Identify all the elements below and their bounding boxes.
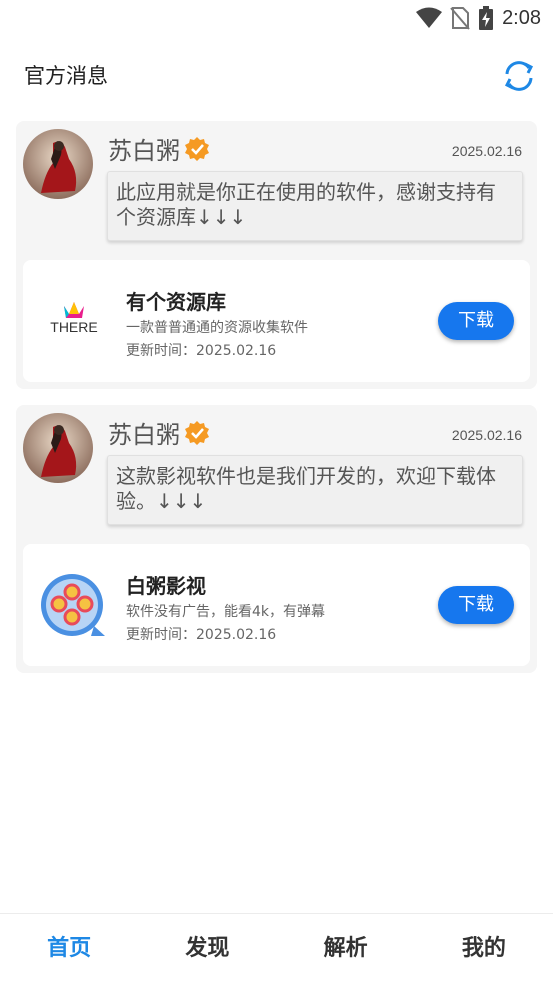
app-name: 白粥影视 xyxy=(126,574,206,598)
post-date: 2025.02.16 xyxy=(451,427,522,443)
verified-badge-icon xyxy=(185,136,209,161)
tab-parse[interactable]: 解析 xyxy=(277,914,415,983)
app-update-time: 更新时间：2025.02.16 xyxy=(126,627,277,643)
page-title: 官方消息 xyxy=(24,64,108,88)
app-description: 软件没有广告，能看4k，有弹幕 xyxy=(126,604,326,620)
tab-home[interactable]: 首页 xyxy=(0,914,138,983)
status-time: 2:08 xyxy=(502,6,541,29)
header: 官方消息 xyxy=(0,48,553,102)
verified-badge-icon xyxy=(185,420,209,445)
author: 苏白粥 xyxy=(108,415,210,450)
there-logo-icon: THERE xyxy=(39,288,109,358)
author-name: 苏白粥 xyxy=(108,421,180,449)
app-card[interactable]: THERE 有个资源库 一款普普通通的资源收集软件 更新时间：2025.02.1… xyxy=(23,260,530,382)
app-card[interactable]: 白粥影视 软件没有广告，能看4k，有弹幕 更新时间：2025.02.16 下载 xyxy=(23,544,530,666)
avatar[interactable] xyxy=(23,129,93,199)
message-bubble: 这款影视软件也是我们开发的，欢迎下载体验。↓↓↓ xyxy=(107,455,523,525)
download-button[interactable]: 下载 xyxy=(438,586,514,624)
app-name: 有个资源库 xyxy=(126,290,226,314)
refresh-icon[interactable] xyxy=(499,56,539,96)
avatar[interactable] xyxy=(23,413,93,483)
author-name: 苏白粥 xyxy=(108,137,180,165)
message-bubble: 此应用就是你正在使用的软件，感谢支持有个资源库↓↓↓ xyxy=(107,171,523,241)
author: 苏白粥 xyxy=(108,131,210,166)
message-card: 苏白粥 2025.02.16 此应用就是你正在使用的软件，感谢支持有个资源库↓↓… xyxy=(16,121,537,389)
status-icons: 2:08 xyxy=(416,6,541,30)
post-date: 2025.02.16 xyxy=(451,143,522,159)
tab-discover[interactable]: 发现 xyxy=(138,914,276,983)
no-sim-icon xyxy=(450,7,470,30)
message-card: 苏白粥 2025.02.16 这款影视软件也是我们开发的，欢迎下载体验。↓↓↓ … xyxy=(16,405,537,673)
battery-charging-icon xyxy=(479,6,494,30)
download-button[interactable]: 下载 xyxy=(438,302,514,340)
app-update-time: 更新时间：2025.02.16 xyxy=(126,343,277,359)
wifi-icon xyxy=(416,7,443,28)
app-description: 一款普普通通的资源收集软件 xyxy=(126,320,308,336)
bottom-nav: 首页 发现 解析 我的 xyxy=(0,913,553,983)
tab-mine[interactable]: 我的 xyxy=(415,914,553,983)
svg-text:THERE: THERE xyxy=(50,319,97,335)
status-bar: 2:08 xyxy=(0,0,553,40)
film-reel-icon xyxy=(39,572,109,642)
